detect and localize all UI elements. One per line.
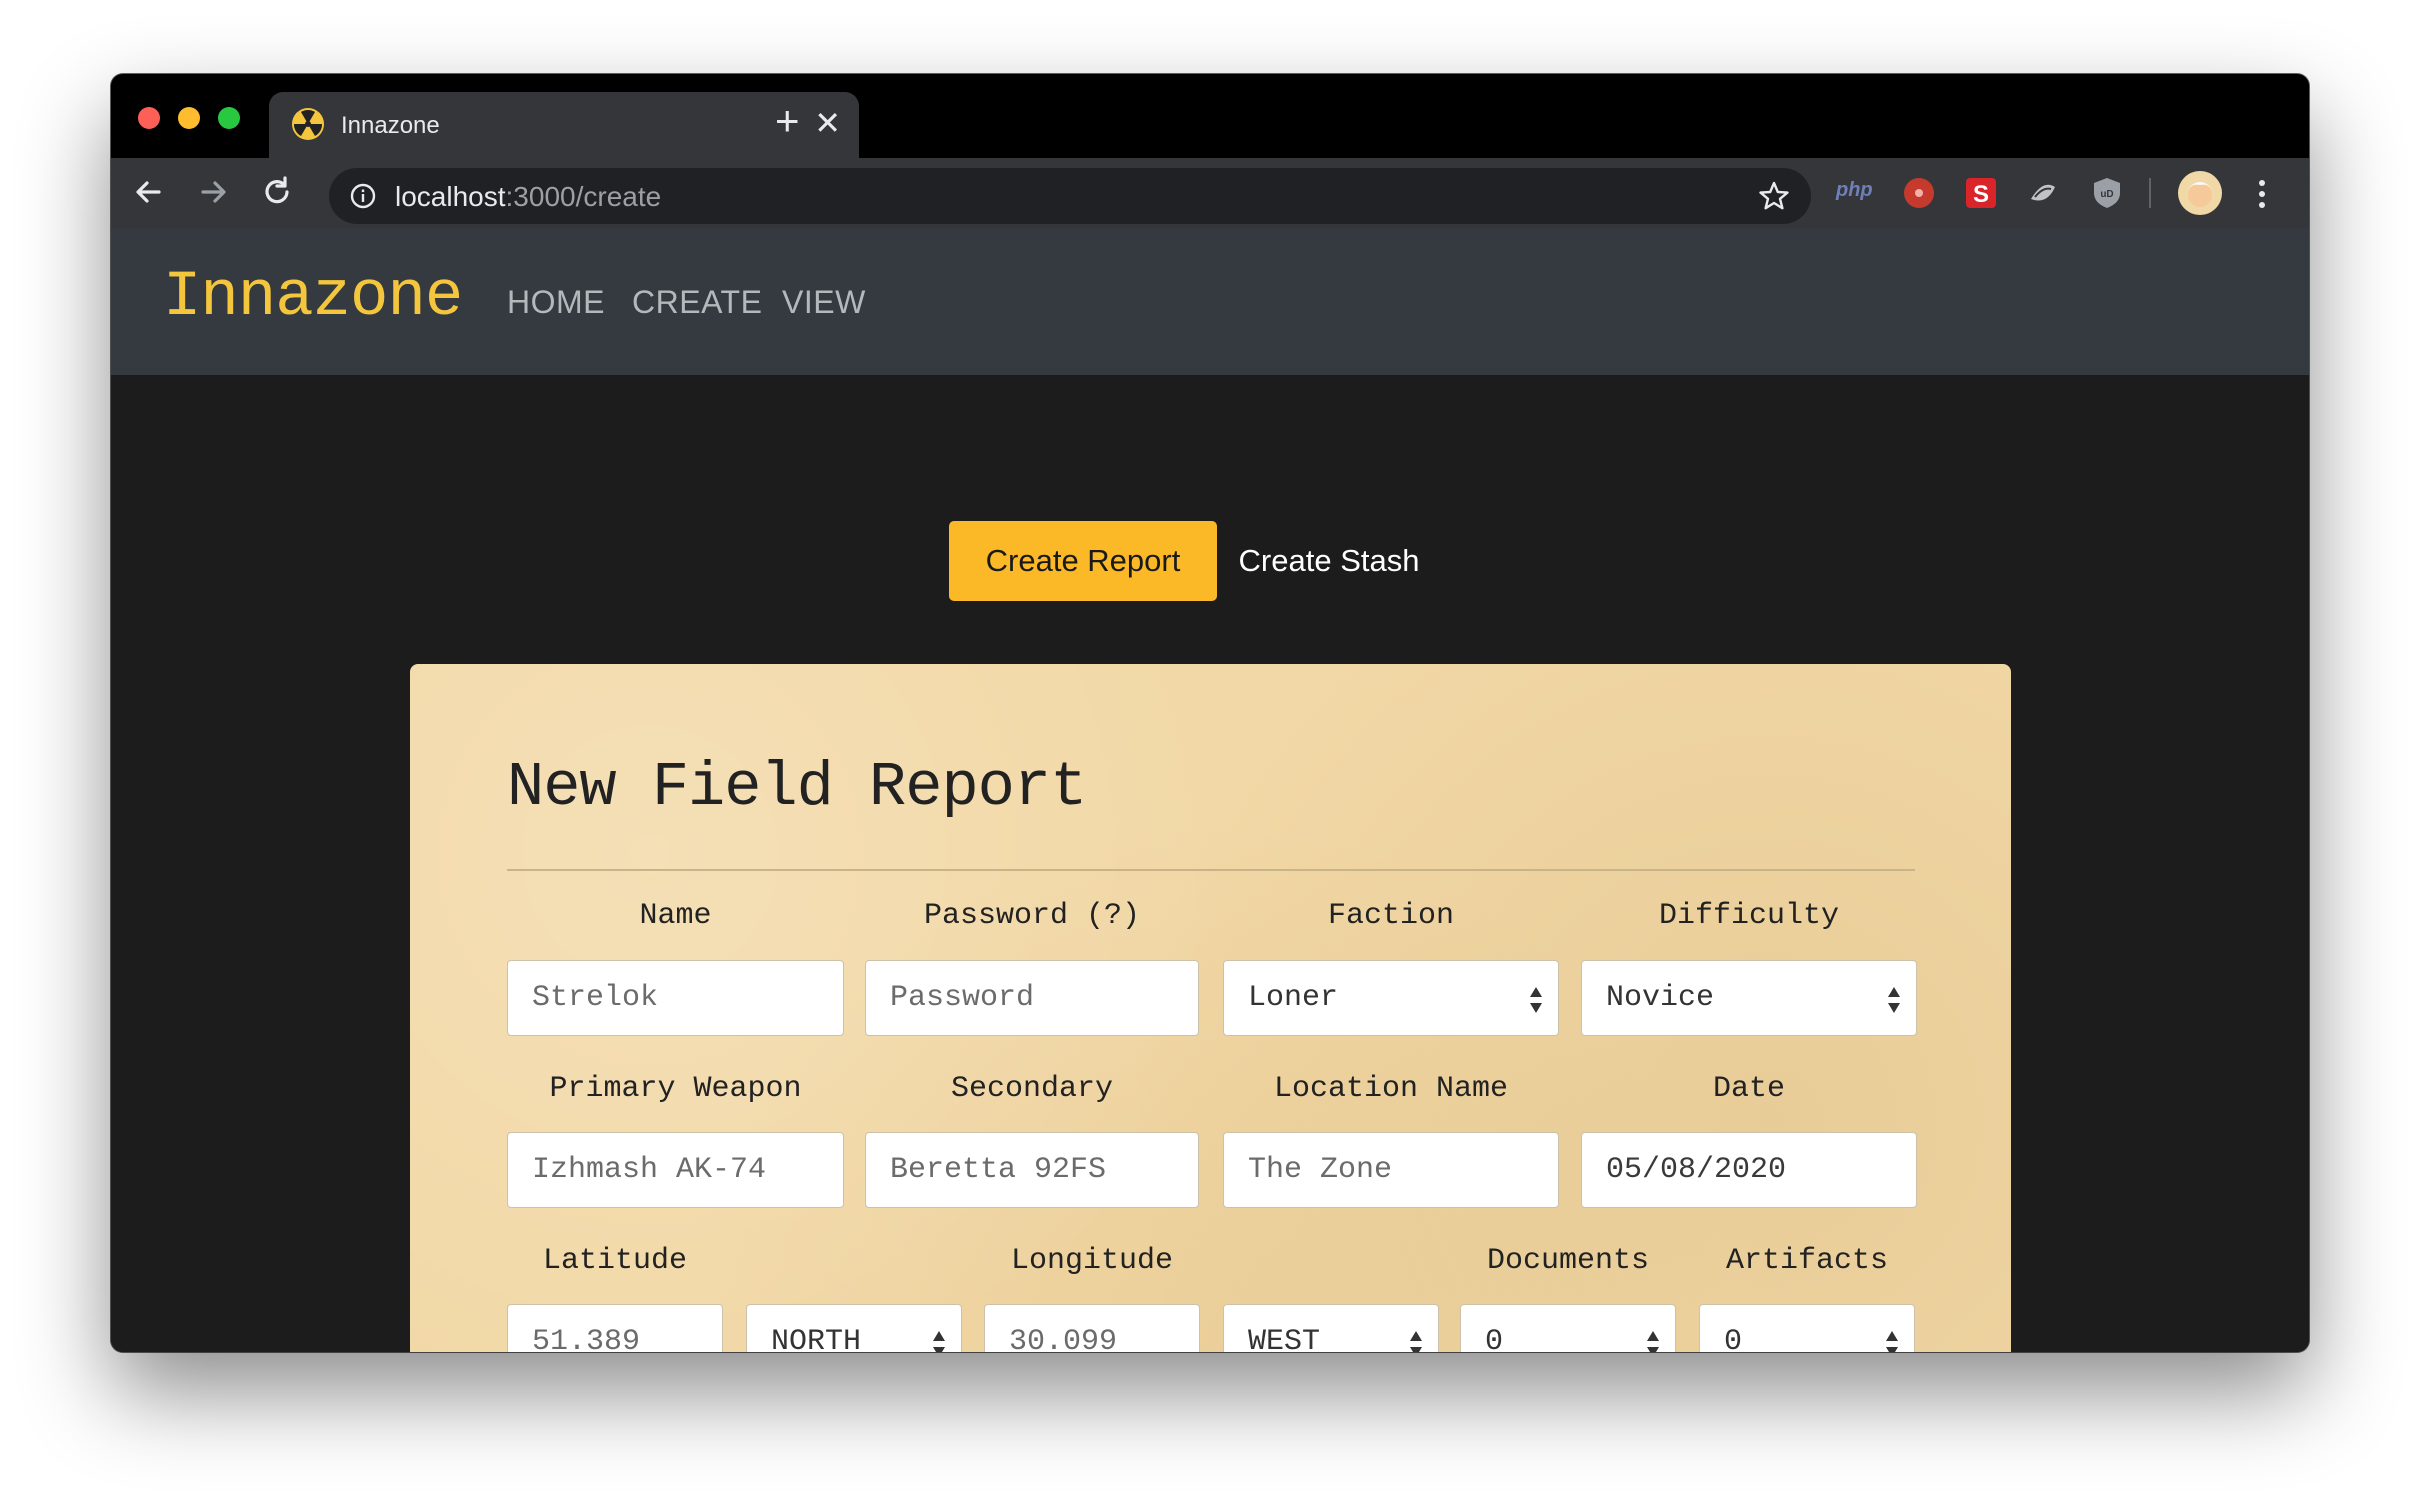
stepper-arrows-icon[interactable] xyxy=(1884,1329,1900,1352)
tab-strip: Innazone ✕ + xyxy=(111,74,2309,158)
longitude-direction-value: WEST xyxy=(1248,1325,1321,1352)
site-brand[interactable]: Innazone xyxy=(163,262,463,334)
back-arrow-icon[interactable] xyxy=(129,172,169,212)
documents-stepper[interactable]: 0 xyxy=(1460,1304,1676,1352)
secondary-label: Secondary xyxy=(950,1072,1114,1106)
password-label: Password (?) xyxy=(923,899,1141,933)
faction-label: Faction xyxy=(1327,899,1455,933)
difficulty-select[interactable]: Novice xyxy=(1581,960,1917,1036)
profile-avatar[interactable] xyxy=(2178,171,2222,215)
name-label: Name xyxy=(639,899,712,933)
site-navbar: Innazone HOME CREATE VIEW xyxy=(111,228,2309,375)
s-extension-icon[interactable]: S xyxy=(1963,175,1999,211)
browser-window: Innazone ✕ + localhost:3000/create php S… xyxy=(111,74,2309,1352)
artifacts-value: 0 xyxy=(1724,1325,1743,1352)
password-input[interactable]: Password xyxy=(865,960,1199,1036)
address-bar[interactable]: localhost:3000/create xyxy=(329,168,1811,224)
difficulty-value: Novice xyxy=(1606,981,1715,1015)
name-input[interactable]: Strelok xyxy=(507,960,844,1036)
location-name-label: Location Name xyxy=(1273,1072,1509,1106)
create-report-button[interactable]: Create Report xyxy=(949,521,1217,601)
close-window-button[interactable] xyxy=(138,107,160,129)
forward-arrow-icon[interactable] xyxy=(193,172,233,212)
form-title: New Field Report xyxy=(507,752,1087,823)
form-divider xyxy=(507,869,1915,871)
longitude-label: Longitude xyxy=(1010,1244,1174,1278)
nav-link-home[interactable]: HOME xyxy=(507,284,605,321)
select-arrows-icon xyxy=(1410,1331,1422,1352)
faction-select[interactable]: Loner xyxy=(1223,960,1559,1036)
reload-icon[interactable] xyxy=(257,172,297,212)
location-name-input[interactable]: The Zone xyxy=(1223,1132,1559,1208)
new-tab-button[interactable]: + xyxy=(775,100,800,142)
select-arrows-icon xyxy=(1888,987,1900,1013)
date-input[interactable]: 05/08/2020 xyxy=(1581,1132,1917,1208)
browser-tab-active[interactable]: Innazone ✕ xyxy=(269,92,859,158)
tab-title: Innazone xyxy=(341,112,440,139)
rss-extension-icon[interactable] xyxy=(1901,175,1937,211)
artifacts-stepper[interactable]: 0 xyxy=(1699,1304,1915,1352)
radiation-icon xyxy=(292,108,324,140)
latitude-direction-select[interactable]: NORTH xyxy=(746,1304,962,1352)
documents-label: Documents xyxy=(1486,1244,1650,1278)
avatar-icon xyxy=(2186,182,2214,207)
latitude-direction-value: NORTH xyxy=(771,1325,862,1352)
maximize-window-button[interactable] xyxy=(218,107,240,129)
date-label: Date xyxy=(1712,1072,1785,1106)
toolbar-separator xyxy=(2149,178,2151,208)
select-arrows-icon xyxy=(933,1331,945,1352)
documents-value: 0 xyxy=(1485,1325,1504,1352)
select-arrows-icon xyxy=(1530,987,1542,1013)
browser-toolbar: localhost:3000/create php S uD xyxy=(111,158,2309,228)
artifacts-label: Artifacts xyxy=(1725,1244,1889,1278)
url-text: localhost:3000/create xyxy=(395,181,661,213)
tab-close-icon[interactable]: ✕ xyxy=(814,105,841,141)
longitude-input[interactable]: 30.099 xyxy=(984,1304,1200,1352)
nav-link-view[interactable]: VIEW xyxy=(782,284,866,321)
menu-kebab-icon[interactable] xyxy=(2257,174,2267,214)
minimize-window-button[interactable] xyxy=(178,107,200,129)
shield-extension-icon[interactable]: uD xyxy=(2089,175,2125,211)
primary-weapon-input[interactable]: Izhmash AK-74 xyxy=(507,1132,844,1208)
url-path: :3000/create xyxy=(505,181,662,212)
longitude-direction-select[interactable]: WEST xyxy=(1223,1304,1439,1352)
field-report-form: New Field Report Name Password (?) Facti… xyxy=(410,664,2011,1352)
bookmark-star-icon[interactable] xyxy=(1757,179,1791,213)
svg-text:S: S xyxy=(1973,181,1989,208)
latitude-label: Latitude xyxy=(542,1244,688,1278)
php-extension-icon[interactable]: php xyxy=(1836,179,1880,215)
gear-extension-icon[interactable] xyxy=(2025,175,2061,211)
svg-text:uD: uD xyxy=(2100,189,2113,200)
primary-weapon-label: Primary Weapon xyxy=(549,1072,802,1106)
difficulty-label: Difficulty xyxy=(1658,899,1840,933)
url-host: localhost xyxy=(395,181,506,212)
page-content: Innazone HOME CREATE VIEW Create Report … xyxy=(111,228,2309,1352)
latitude-input[interactable]: 51.389 xyxy=(507,1304,723,1352)
faction-value: Loner xyxy=(1248,981,1339,1015)
stepper-arrows-icon[interactable] xyxy=(1645,1329,1661,1352)
create-stash-button[interactable]: Create Stash xyxy=(1229,521,1429,601)
info-icon[interactable] xyxy=(349,182,377,210)
secondary-input[interactable]: Beretta 92FS xyxy=(865,1132,1199,1208)
nav-link-create[interactable]: CREATE xyxy=(632,284,762,321)
